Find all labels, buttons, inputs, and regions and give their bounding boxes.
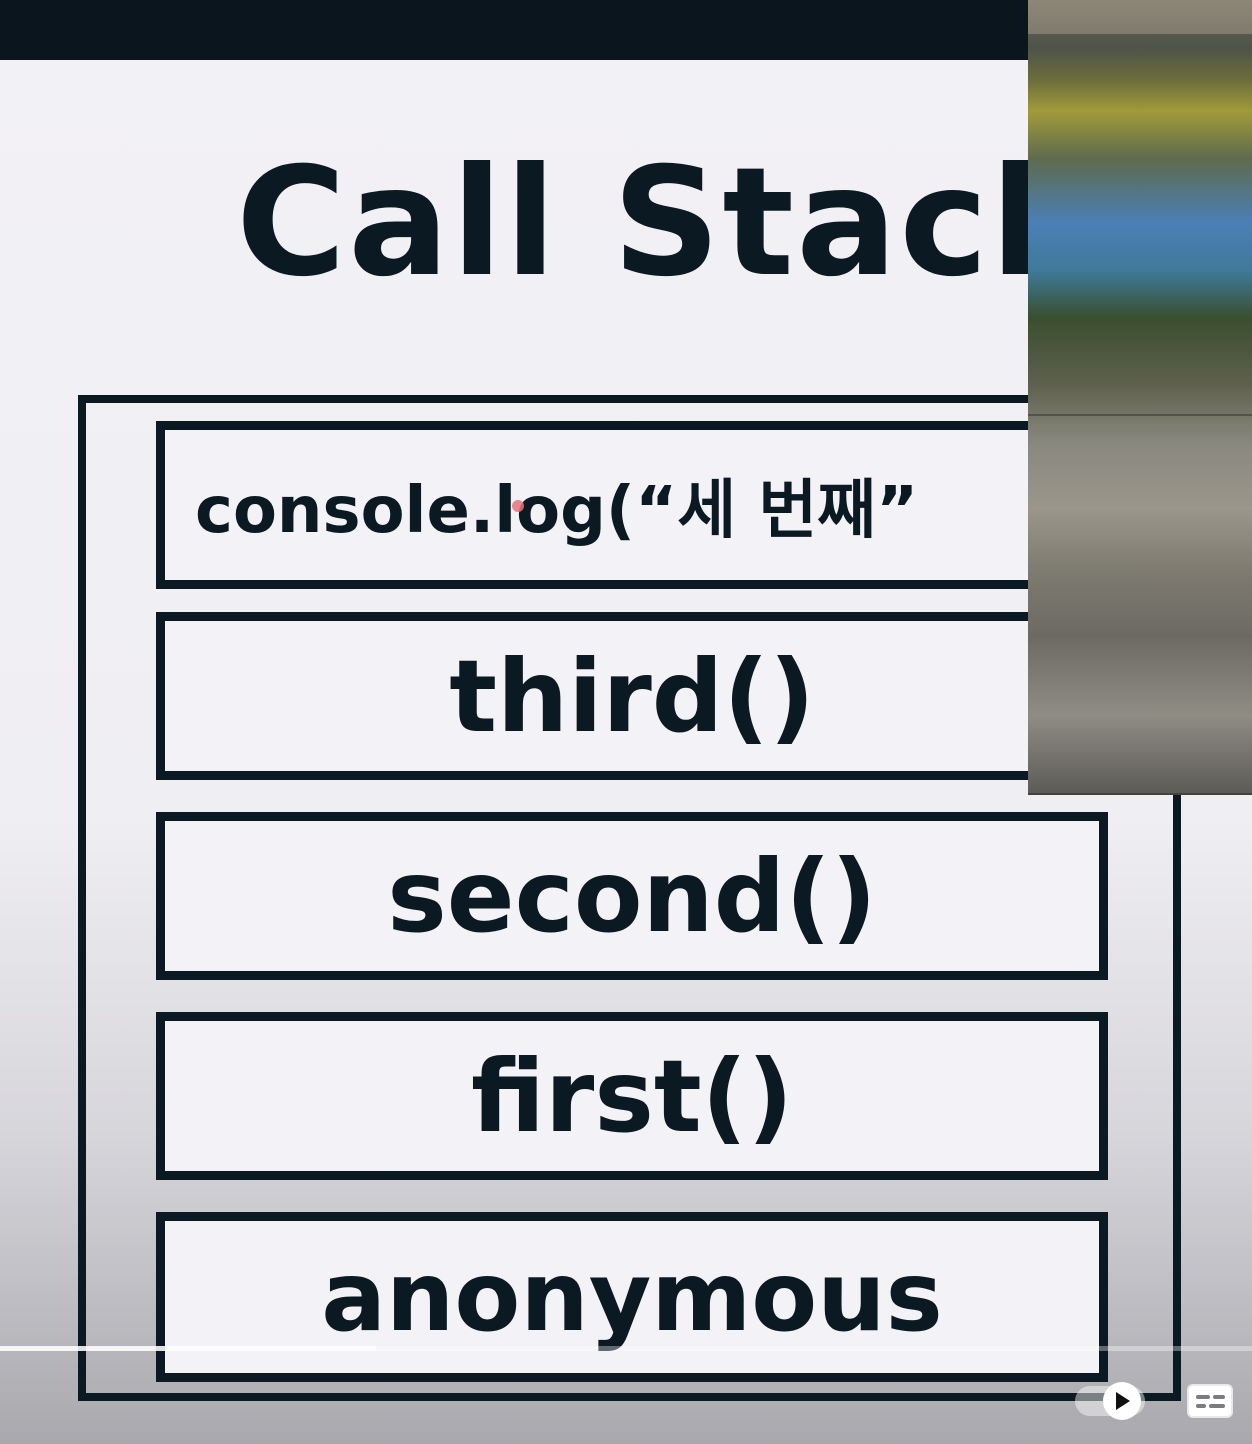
pointer-cursor-icon <box>512 500 524 512</box>
stack-frame-second: second() <box>156 812 1108 980</box>
stack-frame-anonymous: anonymous <box>156 1212 1108 1382</box>
participant-video-tile <box>1028 0 1252 36</box>
participant-video-strip <box>1028 0 1252 795</box>
participant-video-tile <box>1028 36 1252 416</box>
play-button[interactable] <box>1103 1382 1141 1420</box>
participant-video-tile <box>1028 416 1252 795</box>
stack-frame-console-log: console.log(“세 번째” <box>156 421 1108 589</box>
video-progress-bar[interactable] <box>0 1346 1252 1351</box>
stack-frame-first: first() <box>156 1012 1108 1180</box>
video-progress-fill <box>0 1346 376 1351</box>
play-icon <box>1116 1392 1130 1410</box>
slide-title: Call Stack <box>236 136 1092 310</box>
captions-button[interactable] <box>1187 1384 1233 1418</box>
stack-frame-third: third() <box>156 612 1108 780</box>
autoplay-toggle[interactable] <box>1075 1382 1145 1420</box>
